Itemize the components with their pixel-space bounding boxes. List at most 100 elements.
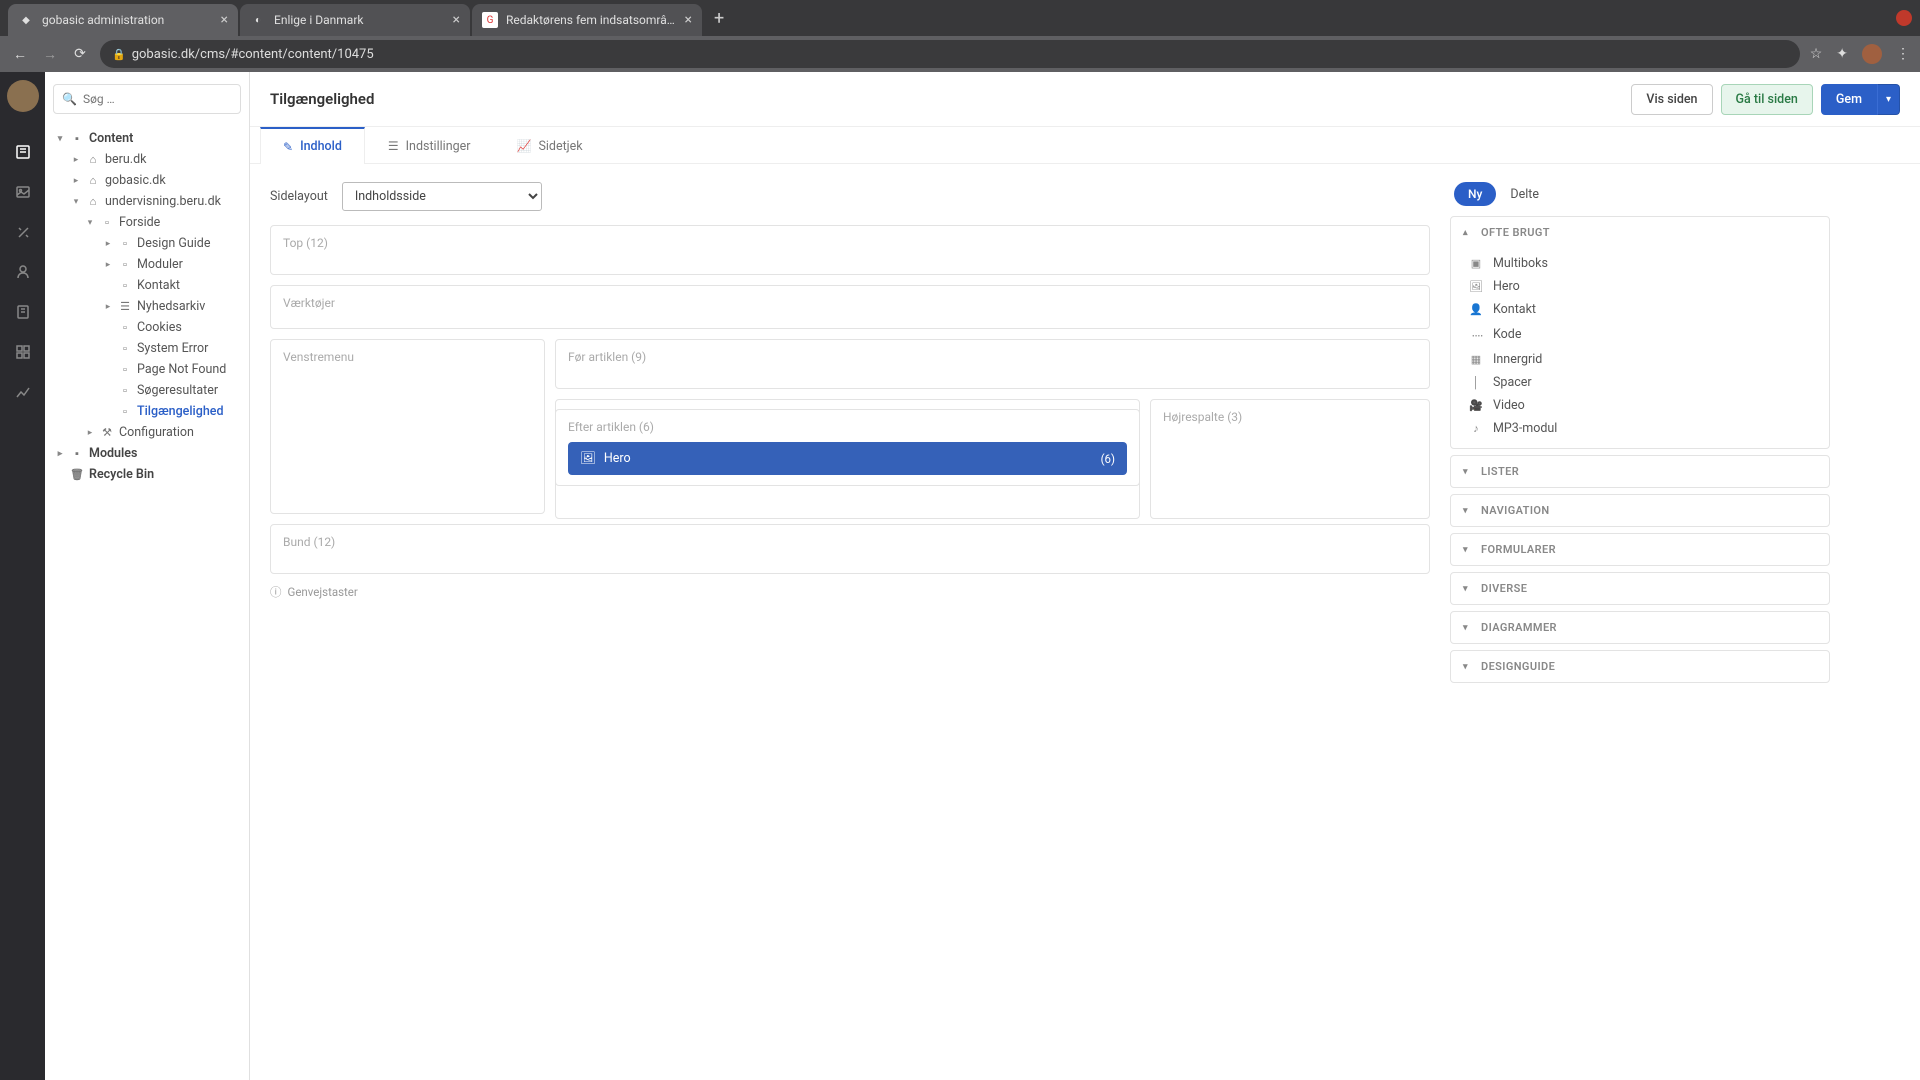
zone-before-article[interactable]: Før artiklen (9) — [555, 339, 1430, 389]
mod-kontakt[interactable]: 👤Kontakt — [1459, 298, 1821, 321]
acc-head-diagrammer[interactable]: ▾DIAGRAMMER — [1451, 612, 1829, 643]
close-icon[interactable]: × — [685, 12, 692, 28]
chevron-right-icon[interactable]: ▸ — [55, 449, 65, 459]
mod-hero[interactable]: 🖼Hero — [1459, 275, 1821, 298]
acc-head-designguide[interactable]: ▾DESIGNGUIDE — [1451, 651, 1829, 682]
mod-innergrid[interactable]: ▦Innergrid — [1459, 348, 1821, 371]
content-tabs: ✎Indhold ☰Indstillinger 📈Sidetjek — [250, 127, 1920, 164]
search-field[interactable] — [83, 92, 239, 106]
tab-ny[interactable]: Ny — [1454, 182, 1496, 206]
tree-system-error[interactable]: ▫System Error — [53, 338, 241, 359]
tab-sidetjek[interactable]: 📈Sidetjek — [493, 127, 605, 164]
chevron-down-icon: ▾ — [1463, 584, 1473, 594]
acc-head-diverse[interactable]: ▾DIVERSE — [1451, 573, 1829, 604]
content-tree-sidebar: 🔍 ▾ ▪ Content ▸ ⌂ beru.dk ▸ ⌂ gobasic.dk… — [45, 72, 250, 1080]
tab-title: Enlige i Danmark — [274, 13, 445, 27]
acc-head-navigation[interactable]: ▾NAVIGATION — [1451, 495, 1829, 526]
chevron-right-icon[interactable]: ▸ — [71, 155, 81, 165]
menu-icon[interactable]: ⋮ — [1896, 46, 1910, 62]
tree-modules[interactable]: ▸▪Modules — [53, 443, 241, 464]
tree-site-undervisning[interactable]: ▾ ⌂ undervisning.beru.dk — [53, 191, 241, 212]
tree-kontakt[interactable]: ▫Kontakt — [53, 275, 241, 296]
chevron-down-icon[interactable]: ▾ — [85, 218, 95, 228]
star-icon[interactable]: ☆ — [1810, 46, 1823, 62]
chevron-right-icon[interactable]: ▸ — [85, 428, 95, 438]
tree-configuration[interactable]: ▸⚒Configuration — [53, 422, 241, 443]
rail-forms-icon[interactable] — [13, 302, 33, 322]
reload-icon[interactable]: ⟳ — [70, 46, 90, 62]
tree-nyhedsarkiv[interactable]: ▸☰Nyhedsarkiv — [53, 296, 241, 317]
chevron-right-icon[interactable]: ▸ — [103, 239, 113, 249]
chevron-down-icon: ▾ — [1463, 662, 1473, 672]
mod-video[interactable]: 🎥Video — [1459, 394, 1821, 417]
tree-content[interactable]: ▾ ▪ Content — [53, 128, 241, 149]
acc-head-formularer[interactable]: ▾FORMULARER — [1451, 534, 1829, 565]
url-input[interactable]: 🔒 gobasic.dk/cms/#content/content/10475 — [100, 40, 1800, 68]
rail-settings-icon[interactable] — [13, 222, 33, 242]
profile-avatar[interactable] — [1862, 44, 1882, 64]
close-icon[interactable]: × — [453, 12, 460, 28]
acc-head-lister[interactable]: ▾LISTER — [1451, 456, 1829, 487]
tree-site-gobasic[interactable]: ▸ ⌂ gobasic.dk — [53, 170, 241, 191]
tab-title: Redaktørens fem indsatsomrâ… — [506, 13, 677, 27]
tree-recycle[interactable]: 🗑Recycle Bin — [53, 464, 241, 485]
new-tab-button[interactable]: + — [704, 8, 734, 29]
chevron-right-icon[interactable]: ▸ — [103, 302, 113, 312]
chevron-down-icon[interactable]: ▾ — [71, 197, 81, 207]
mod-mp3[interactable]: ♪MP3-modul — [1459, 417, 1821, 440]
browser-tab-2[interactable]: G Redaktørens fem indsatsomrâ… × — [472, 4, 702, 36]
rail-users-icon[interactable] — [13, 262, 33, 282]
home-icon: ⌂ — [86, 174, 100, 187]
tab-indhold[interactable]: ✎Indhold — [260, 127, 365, 164]
layout-select[interactable]: Indholdsside — [342, 182, 542, 211]
tree-page-not-found[interactable]: ▫Page Not Found — [53, 359, 241, 380]
chevron-down-icon[interactable]: ▾ — [55, 134, 65, 144]
forward-icon[interactable]: → — [40, 46, 60, 63]
search-input[interactable]: 🔍 — [53, 84, 241, 114]
tree-forside[interactable]: ▾ ▫ Forside — [53, 212, 241, 233]
mod-spacer[interactable]: │Spacer — [1459, 371, 1821, 394]
tab-delte[interactable]: Delte — [1510, 187, 1539, 202]
rail-content-icon[interactable] — [13, 142, 33, 162]
page-icon: ▫ — [118, 405, 132, 418]
page-icon: ▫ — [118, 384, 132, 397]
extensions-icon[interactable]: ✦ — [1836, 46, 1848, 62]
tree-tilgaengelighed[interactable]: ▫Tilgængelighed — [53, 401, 241, 422]
zone-leftmenu[interactable]: Venstremenu — [270, 339, 545, 514]
acc-head-ofte-brugt[interactable]: ▴OFTE BRUGT — [1451, 217, 1829, 248]
shortcuts-hint[interactable]: ⓘ Genvejstaster — [270, 584, 1430, 600]
user-avatar[interactable] — [7, 80, 39, 112]
rail-grid-icon[interactable] — [13, 342, 33, 362]
acc-lister: ▾LISTER — [1450, 455, 1830, 488]
zone-rightcol[interactable]: Højrespalte (3) — [1150, 399, 1430, 519]
folder-icon: ▪ — [70, 132, 84, 145]
save-button[interactable]: Gem — [1821, 84, 1877, 115]
back-icon[interactable]: ← — [10, 46, 30, 63]
tree-sogeresultater[interactable]: ▫Søgeresultater — [53, 380, 241, 401]
browser-tab-0[interactable]: ◆ gobasic administration × — [8, 4, 238, 36]
tree-moduler[interactable]: ▸▫Moduler — [53, 254, 241, 275]
mod-kode[interactable]: ᠁Kode — [1459, 321, 1821, 348]
archive-icon: ☰ — [118, 300, 132, 313]
tree-cookies[interactable]: ▫Cookies — [53, 317, 241, 338]
zone-after-article[interactable]: Efter artiklen (6) 🖼 Hero (6) — [555, 409, 1140, 486]
chevron-right-icon[interactable]: ▸ — [103, 260, 113, 270]
close-icon[interactable]: × — [221, 12, 228, 28]
tree-site-beru[interactable]: ▸ ⌂ beru.dk — [53, 149, 241, 170]
tree-design-guide[interactable]: ▸▫Design Guide — [53, 233, 241, 254]
rail-stats-icon[interactable] — [13, 382, 33, 402]
module-hero-block[interactable]: 🖼 Hero (6) — [568, 442, 1127, 475]
zone-bottom[interactable]: Bund (12) — [270, 524, 1430, 574]
save-dropdown-button[interactable]: ▾ — [1877, 84, 1900, 115]
chevron-right-icon[interactable]: ▸ — [71, 176, 81, 186]
mod-multiboks[interactable]: ▣Multiboks — [1459, 252, 1821, 275]
recording-indicator-icon — [1896, 10, 1912, 26]
zone-tools[interactable]: Værktøjer — [270, 285, 1430, 329]
goto-page-button[interactable]: Gå til siden — [1721, 84, 1813, 115]
browser-tab-1[interactable]: ◐ Enlige i Danmark × — [240, 4, 470, 36]
video-icon: 🎥 — [1469, 399, 1483, 412]
rail-media-icon[interactable] — [13, 182, 33, 202]
view-page-button[interactable]: Vis siden — [1631, 84, 1712, 115]
zone-top[interactable]: Top (12) — [270, 225, 1430, 275]
tab-indstillinger[interactable]: ☰Indstillinger — [365, 127, 494, 164]
